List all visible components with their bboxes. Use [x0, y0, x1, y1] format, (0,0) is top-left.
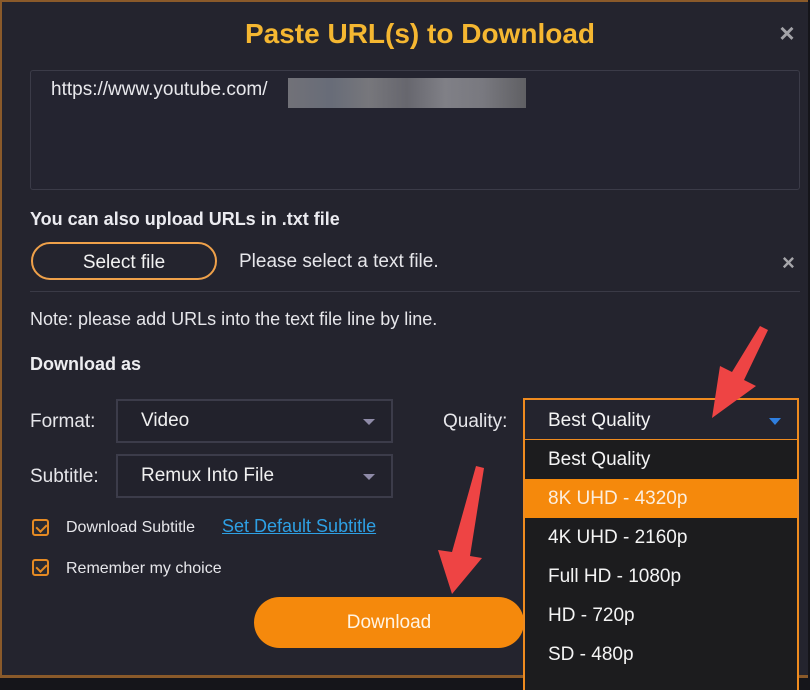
quality-option[interactable]: 4K UHD - 2160p: [525, 518, 797, 557]
set-default-subtitle-link[interactable]: Set Default Subtitle: [222, 516, 376, 537]
subtitle-value: Remux Into File: [141, 465, 275, 486]
quality-option[interactable]: SD - 480p: [525, 635, 797, 674]
clear-file-icon[interactable]: ×: [782, 250, 795, 276]
dialog-title: Paste URL(s) to Download: [244, 18, 595, 49]
url-text: https://www.youtube.com/: [51, 79, 268, 100]
download-subtitle-label: Download Subtitle: [66, 519, 195, 536]
close-icon[interactable]: ×: [776, 20, 798, 46]
quality-dropdown-list: Best Quality 8K UHD - 4320p 4K UHD - 216…: [523, 440, 799, 690]
remember-choice-label: Remember my choice: [66, 560, 222, 577]
subtitle-label: Subtitle:: [30, 466, 99, 487]
url-input[interactable]: https://www.youtube.com/: [30, 70, 800, 190]
upload-note: Note: please add URLs into the text file…: [30, 309, 438, 329]
redacted-url-part: [288, 78, 526, 108]
download-as-heading: Download as: [30, 354, 142, 374]
select-file-button[interactable]: Select file: [31, 242, 217, 280]
format-value: Video: [141, 410, 190, 431]
chevron-down-icon: [363, 474, 375, 480]
download-button[interactable]: Download: [254, 597, 524, 648]
quality-option-highlighted[interactable]: 8K UHD - 4320p: [525, 479, 797, 518]
download-subtitle-checkbox[interactable]: [32, 519, 49, 536]
subtitle-select[interactable]: Remux Into File: [116, 454, 393, 498]
divider: [30, 291, 800, 292]
annotation-arrow-icon: [438, 466, 484, 594]
file-status-text: Please select a text file.: [239, 251, 439, 272]
format-label: Format:: [30, 411, 96, 432]
format-select[interactable]: Video: [116, 399, 393, 443]
chevron-down-icon: [363, 419, 375, 425]
remember-choice-checkbox[interactable]: [32, 559, 49, 576]
quality-option[interactable]: Full HD - 1080p: [525, 557, 797, 596]
quality-option[interactable]: HD - 720p: [525, 596, 797, 635]
upload-label: You can also upload URLs in .txt file: [30, 209, 340, 229]
quality-option[interactable]: Best Quality: [525, 440, 797, 479]
quality-label: Quality:: [443, 411, 508, 432]
quality-value: Best Quality: [548, 410, 651, 431]
annotation-arrow-icon: [712, 326, 768, 418]
